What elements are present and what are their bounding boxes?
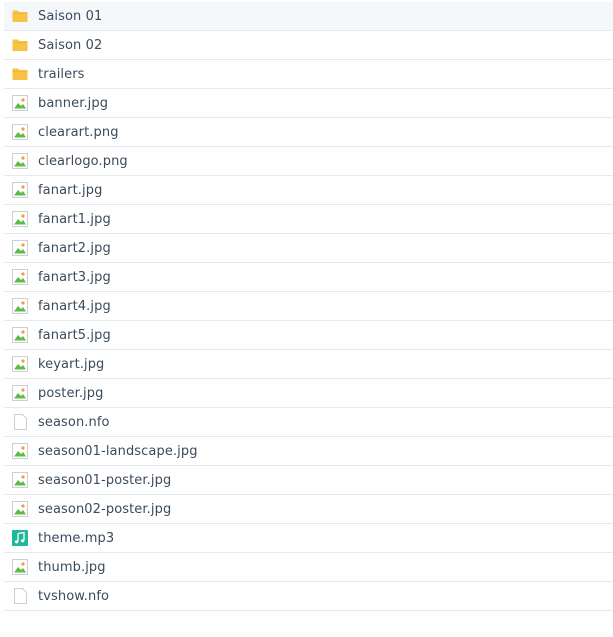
- file-name: season01-poster.jpg: [38, 472, 172, 488]
- file-name: fanart.jpg: [38, 182, 103, 198]
- file-name: clearart.png: [38, 124, 119, 140]
- file-name: banner.jpg: [38, 95, 109, 111]
- file-name: fanart2.jpg: [38, 240, 111, 256]
- file-name: keyart.jpg: [38, 356, 105, 372]
- file-name: poster.jpg: [38, 385, 104, 401]
- image-file-icon: [12, 298, 28, 314]
- image-file-icon: [12, 472, 28, 488]
- file-name: fanart1.jpg: [38, 211, 111, 227]
- file-name: season02-poster.jpg: [38, 501, 172, 517]
- file-name: clearlogo.png: [38, 153, 128, 169]
- list-item-fanart2-jpg[interactable]: fanart2.jpg: [4, 234, 613, 263]
- image-file-icon: [12, 211, 28, 227]
- list-item-keyart-jpg[interactable]: keyart.jpg: [4, 350, 613, 379]
- folder-icon: [12, 8, 28, 24]
- list-item-season01-poster-jpg[interactable]: season01-poster.jpg: [4, 466, 613, 495]
- list-item-fanart-jpg[interactable]: fanart.jpg: [4, 176, 613, 205]
- image-file-icon: [12, 182, 28, 198]
- image-file-icon: [12, 124, 28, 140]
- file-name: season.nfo: [38, 414, 110, 430]
- file-name: season01-landscape.jpg: [38, 443, 198, 459]
- list-item-fanart1-jpg[interactable]: fanart1.jpg: [4, 205, 613, 234]
- list-item-saison-01[interactable]: Saison 01: [4, 2, 613, 31]
- document-file-icon: [12, 588, 28, 604]
- list-item-thumb-jpg[interactable]: thumb.jpg: [4, 553, 613, 582]
- list-item-season01-landscape-jpg[interactable]: season01-landscape.jpg: [4, 437, 613, 466]
- file-name: thumb.jpg: [38, 559, 106, 575]
- list-item-poster-jpg[interactable]: poster.jpg: [4, 379, 613, 408]
- folder-icon: [12, 37, 28, 53]
- image-file-icon: [12, 356, 28, 372]
- image-file-icon: [12, 443, 28, 459]
- list-item-fanart5-jpg[interactable]: fanart5.jpg: [4, 321, 613, 350]
- image-file-icon: [12, 269, 28, 285]
- audio-file-icon: [12, 530, 28, 546]
- image-file-icon: [12, 501, 28, 517]
- image-file-icon: [12, 95, 28, 111]
- image-file-icon: [12, 327, 28, 343]
- list-item-theme-mp3[interactable]: theme.mp3: [4, 524, 613, 553]
- folder-icon: [12, 66, 28, 82]
- image-file-icon: [12, 559, 28, 575]
- list-item-clearart-png[interactable]: clearart.png: [4, 118, 613, 147]
- list-item-fanart4-jpg[interactable]: fanart4.jpg: [4, 292, 613, 321]
- image-file-icon: [12, 153, 28, 169]
- document-file-icon: [12, 414, 28, 430]
- list-item-banner-jpg[interactable]: banner.jpg: [4, 89, 613, 118]
- list-item-fanart3-jpg[interactable]: fanart3.jpg: [4, 263, 613, 292]
- image-file-icon: [12, 240, 28, 256]
- file-name: fanart4.jpg: [38, 298, 111, 314]
- file-name: Saison 02: [38, 37, 103, 53]
- file-list: Saison 01 Saison 02 trailers banner.jpg …: [4, 2, 613, 611]
- file-name: fanart5.jpg: [38, 327, 111, 343]
- image-file-icon: [12, 385, 28, 401]
- list-item-trailers[interactable]: trailers: [4, 60, 613, 89]
- file-name: fanart3.jpg: [38, 269, 111, 285]
- file-name: Saison 01: [38, 8, 103, 24]
- list-item-saison-02[interactable]: Saison 02: [4, 31, 613, 60]
- list-item-season-nfo[interactable]: season.nfo: [4, 408, 613, 437]
- file-name: theme.mp3: [38, 530, 115, 546]
- list-item-clearlogo-png[interactable]: clearlogo.png: [4, 147, 613, 176]
- file-name: tvshow.nfo: [38, 588, 110, 604]
- file-name: trailers: [38, 66, 85, 82]
- list-item-season02-poster-jpg[interactable]: season02-poster.jpg: [4, 495, 613, 524]
- list-item-tvshow-nfo[interactable]: tvshow.nfo: [4, 582, 613, 611]
